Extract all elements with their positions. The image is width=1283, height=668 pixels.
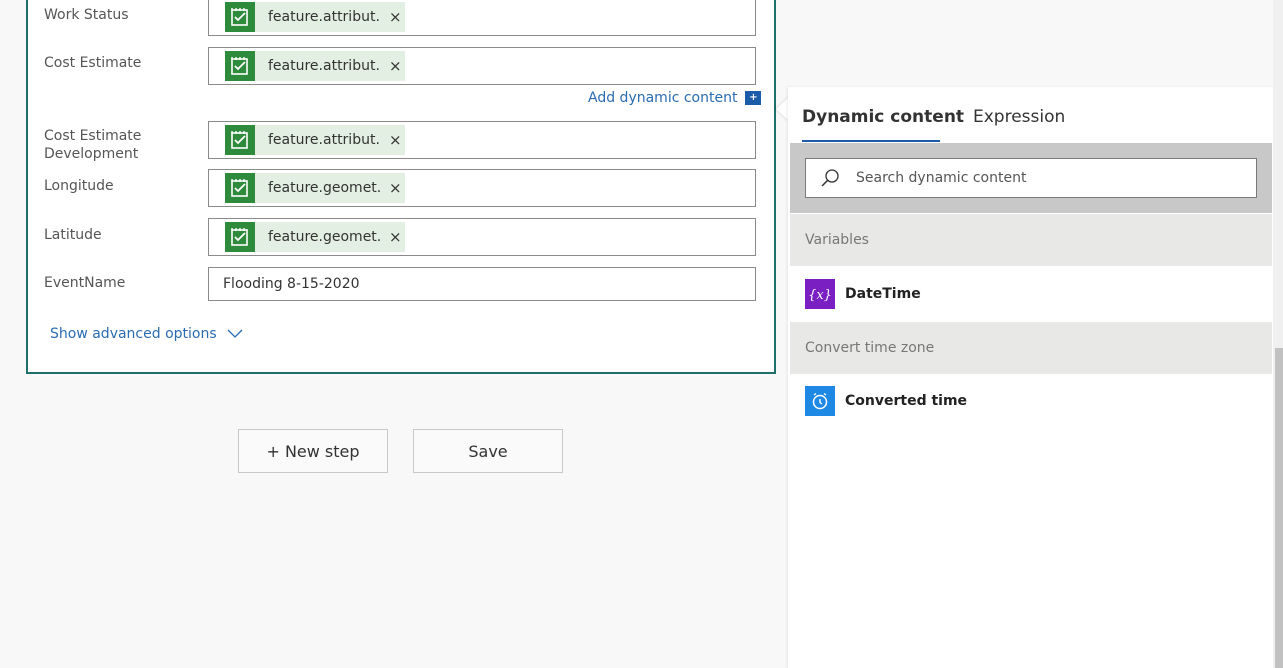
add-dynamic-content-label: Add dynamic content [588,90,738,106]
variable-icon: {x} [805,279,835,309]
search-area [790,143,1272,213]
search-dynamic-content-input[interactable] [854,169,1234,187]
dynamic-token[interactable]: feature.attribut... × [225,125,405,155]
dynamic-token[interactable]: feature.geomet... × [225,222,405,252]
clock-icon [805,386,835,416]
search-icon [821,169,839,187]
search-box[interactable] [805,158,1257,198]
work-status-field[interactable]: feature.attribut... × [208,0,756,36]
tab-dynamic-content[interactable]: Dynamic content [802,107,964,127]
field-label-event-name: EventName [44,275,126,291]
section-header-variables: Variables [790,214,1272,266]
remove-token-icon[interactable]: × [389,8,402,26]
chevron-down-icon [227,329,243,338]
checklist-icon [225,125,255,155]
tab-expression[interactable]: Expression [973,107,1065,127]
longitude-field[interactable]: feature.geomet... × [208,169,756,207]
action-card: Work Status feature.attribut... × Cost E… [26,0,776,374]
token-label: feature.geomet... [268,229,380,245]
field-label-latitude: Latitude [44,227,102,243]
field-label-cost-estimate: Cost Estimate [44,55,142,71]
item-label: Converted time [845,393,968,409]
field-label-longitude: Longitude [44,178,114,194]
add-icon: + [745,91,762,105]
checklist-icon [225,51,255,81]
dynamic-token[interactable]: feature.attribut... × [225,51,405,81]
cost-estimate-development-field[interactable]: feature.attribut... × [208,121,756,159]
save-button[interactable]: Save [413,429,563,473]
latitude-field[interactable]: feature.geomet... × [208,218,756,256]
checklist-icon [225,173,255,203]
field-label-cost-estimate-development: Cost Estimate Development [44,128,142,162]
new-step-button[interactable]: + New step [238,429,388,473]
section-header-convert-time-zone: Convert time zone [790,322,1272,374]
dynamic-token[interactable]: feature.geomet... × [225,173,405,203]
checklist-icon [225,222,255,252]
field-label-work-status: Work Status [44,7,129,23]
token-label: feature.geomet... [268,180,380,196]
scrollbar-thumb[interactable] [1275,348,1283,668]
remove-token-icon[interactable]: × [389,179,402,197]
show-advanced-options-label: Show advanced options [50,326,217,342]
page-scrollbar[interactable] [1273,0,1283,668]
item-label: DateTime [845,286,921,302]
dynamic-content-panel: Dynamic content Expression Variables {x}… [788,87,1273,668]
remove-token-icon[interactable]: × [389,228,402,246]
event-name-value: Flooding 8-15-2020 [223,276,360,292]
remove-token-icon[interactable]: × [389,131,402,149]
token-label: feature.attribut... [268,9,380,25]
remove-token-icon[interactable]: × [389,57,402,75]
dynamic-token[interactable]: feature.attribut... × [225,2,405,32]
token-label: feature.attribut... [268,58,380,74]
checklist-icon [225,2,255,32]
add-dynamic-content-link[interactable]: Add dynamic content + [588,90,762,106]
dynamic-item-converted-time[interactable]: Converted time [790,373,1272,429]
event-name-field[interactable]: Flooding 8-15-2020 [208,267,756,301]
active-tab-indicator [802,140,940,142]
show-advanced-options-link[interactable]: Show advanced options [50,326,243,342]
dynamic-item-datetime[interactable]: {x} DateTime [790,266,1272,322]
svg-text:{x}: {x} [808,288,832,303]
token-label: feature.attribut... [268,132,380,148]
cost-estimate-field[interactable]: feature.attribut... × [208,47,756,85]
